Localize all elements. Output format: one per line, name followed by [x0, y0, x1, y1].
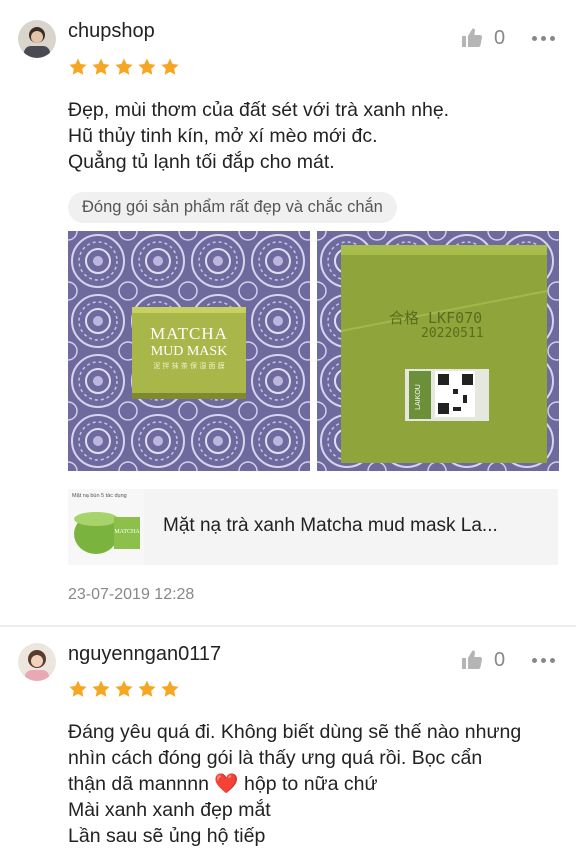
- product-name: Mặt nạ trà xanh Matcha mud mask La...: [163, 515, 498, 536]
- star-icon: [68, 679, 88, 699]
- like-count: 0: [494, 648, 506, 671]
- avatar[interactable]: [18, 20, 56, 58]
- more-options-button[interactable]: [532, 658, 555, 663]
- star-icon: [91, 57, 111, 77]
- avatar[interactable]: [18, 643, 56, 681]
- more-options-button[interactable]: [532, 36, 555, 41]
- reviewer-username[interactable]: chupshop: [68, 20, 155, 43]
- box-label-text: LAIKOU: [415, 384, 422, 410]
- reviewer-username[interactable]: nguyenngan0117: [68, 643, 221, 666]
- box-text-chinese: 泥 拌 抹 茶 保 湿 面 膜: [153, 361, 225, 370]
- star-icon: [160, 57, 180, 77]
- more-icon: [532, 36, 537, 41]
- rating-stars: [68, 57, 180, 77]
- star-icon: [137, 57, 157, 77]
- review-item: nguyenngan0117 0 Đáng yêu quá đi. Không …: [0, 627, 576, 858]
- more-icon: [532, 658, 537, 663]
- star-icon: [137, 679, 157, 699]
- thumb-banner-text: Mặt nạ bùn 5 tác dụng: [72, 493, 127, 499]
- review-text: Đẹp, mùi thơm của đất sét với trà xanh n…: [68, 99, 450, 173]
- review-item: chupshop 0 Đẹp, mùi thơm của đất sét với…: [0, 0, 576, 625]
- box-text-mud-mask: MUD MASK: [151, 344, 228, 359]
- star-icon: [68, 57, 88, 77]
- like-count: 0: [494, 26, 506, 49]
- review-date: 23-07-2019 12:28: [68, 586, 195, 603]
- box-print-code: 合格 LKF070: [389, 309, 482, 327]
- star-icon: [91, 679, 111, 699]
- product-thumbnail: Mặt nạ bùn 5 tác dụng MATCHA: [68, 489, 144, 565]
- rating-stars: [68, 679, 180, 699]
- thumbs-up-icon: [460, 26, 484, 50]
- thumb-jar-label: MATCHA: [114, 529, 140, 535]
- star-icon: [160, 679, 180, 699]
- star-icon: [114, 679, 134, 699]
- box-text-matcha: MATCHA: [150, 324, 228, 343]
- box-print-date: 20220511: [421, 326, 484, 341]
- review-photo-1[interactable]: MATCHA MUD MASK 泥 拌 抹 茶 保 湿 面 膜: [68, 231, 310, 471]
- like-button[interactable]: 0: [460, 26, 505, 50]
- thumbs-up-icon: [460, 648, 484, 672]
- review-tag-chip: Đóng gói sản phẩm rất đẹp và chắc chắn: [68, 192, 397, 223]
- review-photo-2[interactable]: 合格 LKF070 20220511 LAIKOU: [317, 231, 559, 471]
- star-icon: [114, 57, 134, 77]
- product-card[interactable]: Mặt nạ bùn 5 tác dụng MATCHA Mặt nạ trà …: [68, 489, 558, 565]
- like-button[interactable]: 0: [460, 648, 505, 672]
- review-text: Đáng yêu quá đi. Không biết dùng sẽ thế …: [68, 721, 522, 847]
